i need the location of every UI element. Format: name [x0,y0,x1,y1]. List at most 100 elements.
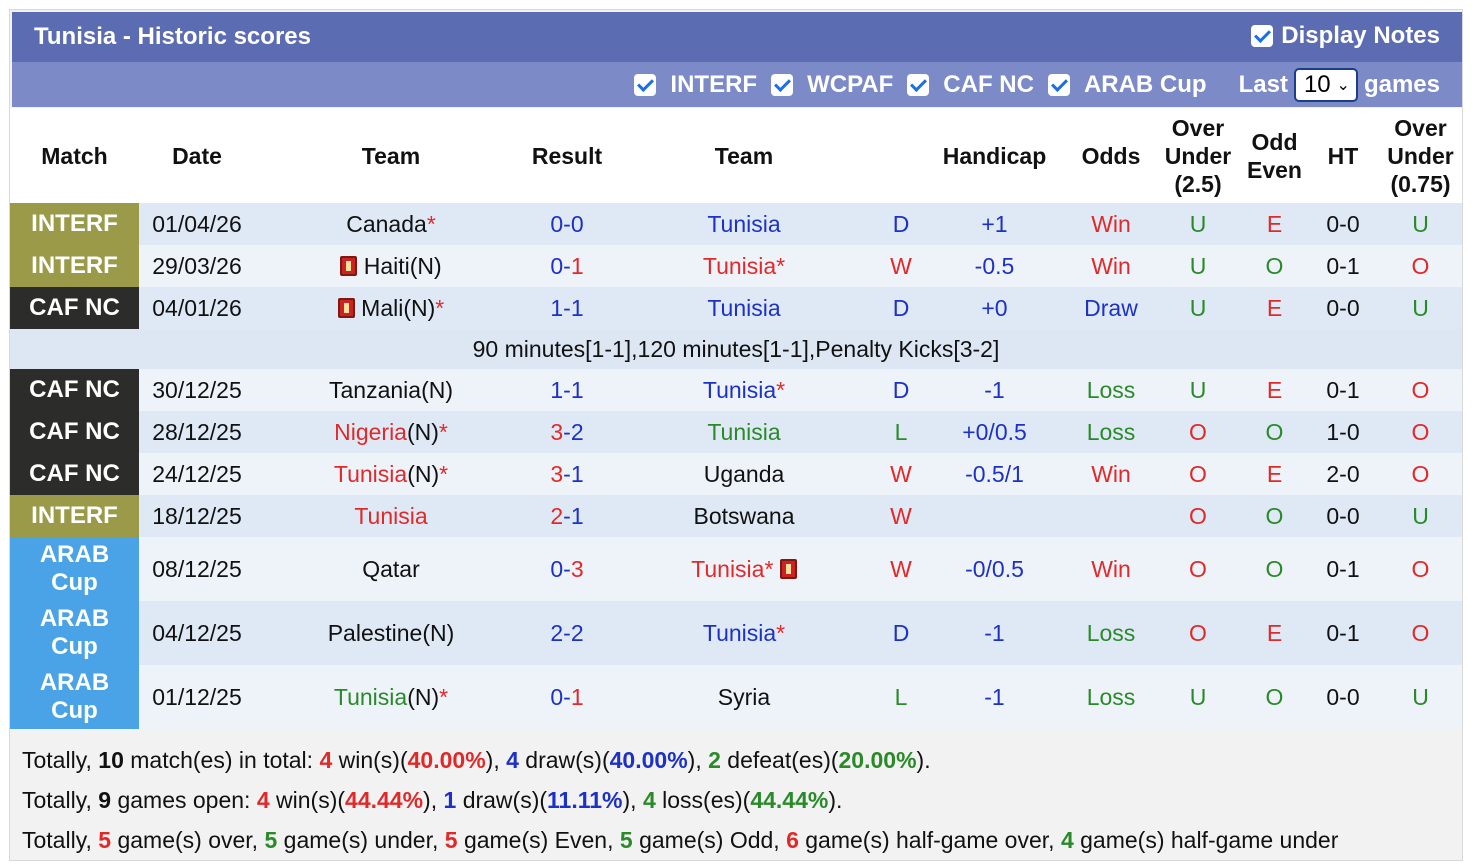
league-badge[interactable]: INTERF [10,495,139,537]
result: 0-3 [527,537,607,601]
odd-even: E [1242,453,1307,495]
league-badge[interactable]: ARAB Cup [10,665,139,729]
odd-even: E [1242,601,1307,665]
table-row[interactable]: CAF NC 24/12/25 Tunisia(N)* 3-1 Uganda W -0.5/… [10,453,1462,495]
odds-result: Loss [1068,369,1154,411]
odd-even: E [1242,203,1307,245]
half-time-score: 0-0 [1307,203,1379,245]
league-badge[interactable]: CAF NC [10,369,139,411]
filter-arab-cup-checkbox[interactable] [1047,74,1070,96]
home-team-name[interactable]: Qatar [362,556,420,582]
home-team: Tunisia [255,495,527,537]
league-badge[interactable]: CAF NC [10,453,139,495]
handicap: +0 [921,287,1068,329]
over-under-0-75: U [1379,287,1462,329]
col-result: Result [527,108,607,203]
match-date: 04/12/25 [139,601,255,665]
away-team-name[interactable]: Syria [718,684,770,710]
over-under-0-75: O [1379,537,1462,601]
table-row[interactable]: CAF NC 28/12/25 Nigeria(N)* 3-2 Tunisia L +0/0… [10,411,1462,453]
filter-caf-nc[interactable]: CAF NC [907,71,1034,99]
red-card-icon [779,558,797,579]
filter-arab-cup[interactable]: ARAB Cup [1047,71,1207,99]
home-team-name[interactable]: Palestine [328,620,423,646]
table-row[interactable]: ARAB Cup 04/12/25 Palestine(N) 2-2 Tunisia* D… [10,601,1462,665]
col-date: Date [139,108,255,203]
half-time-score: 0-1 [1307,601,1379,665]
home-team-name[interactable]: Tanzania [329,377,421,403]
home-team: Mali(N)* [255,287,527,329]
away-team-name[interactable]: Tunisia [707,211,780,237]
summary-line-results: Totally, 10 match(es) in total: 4 win(s)… [22,747,931,773]
league-badge[interactable]: INTERF [10,245,139,287]
filter-caf-nc-checkbox[interactable] [907,74,930,96]
league-badge[interactable]: CAF NC [10,287,139,329]
over-under-2-5: O [1154,537,1242,601]
over-under-2-5: O [1154,411,1242,453]
table-row[interactable]: INTERF 01/04/26 Canada* 0-0 Tunisia D +1 Win U E 0… [10,203,1462,245]
filter-arab-cup-label: ARAB Cup [1083,71,1207,98]
home-team-name[interactable]: Mali [361,295,403,321]
home-team-name[interactable]: Canada [346,211,427,237]
table-row[interactable]: ARAB Cup 01/12/25 Tunisia(N)* 0-1 Syria L -1 Lo… [10,665,1462,729]
away-team: Tunisia [607,287,881,329]
games-count-value: 10 [1303,71,1331,98]
away-team-name[interactable]: Tunisia [707,419,780,445]
table-row[interactable]: INTERF 18/12/25 Tunisia 2-1 Botswana W O O 0-0 U [10,495,1462,537]
away-team-name[interactable]: Tunisia [703,620,776,646]
match-date: 24/12/25 [139,453,255,495]
away-team-name[interactable]: Botswana [693,503,794,529]
filter-wcpaf[interactable]: WCPAF [771,71,893,99]
half-time-score: 1-0 [1307,411,1379,453]
table-row[interactable]: INTERF 29/03/26 Haiti(N) 0-1 Tunisia* W -0.5 W… [10,245,1462,287]
over-under-2-5: U [1154,287,1242,329]
red-card-icon [340,255,358,276]
half-time-score: 0-0 [1307,495,1379,537]
handicap: +1 [921,203,1068,245]
half-time-score: 2-0 [1307,453,1379,495]
away-team: Tunisia [607,411,881,453]
table-row[interactable]: CAF NC 04/01/26 Mali(N)* 1-1 Tunisia D +0 Draw… [10,287,1462,329]
match-date: 29/03/26 [139,245,255,287]
home-team-name[interactable]: Tunisia [354,503,427,529]
col-away-team: Team [607,108,881,203]
league-badge[interactable]: ARAB Cup [10,537,139,601]
away-team-name[interactable]: Tunisia [703,377,776,403]
table-row[interactable]: CAF NC 30/12/25 Tanzania(N) 1-1 Tunisia* D -1 L… [10,369,1462,411]
home-team-name[interactable]: Nigeria [334,419,407,445]
filter-interf-checkbox[interactable] [634,74,657,96]
col-match: Match [10,108,139,203]
away-team-name[interactable]: Uganda [704,461,785,487]
half-time-score: 0-1 [1307,245,1379,287]
odds-result: Loss [1068,601,1154,665]
result: 1-1 [527,287,607,329]
filter-interf[interactable]: INTERF [634,71,757,99]
odds-result: Win [1068,537,1154,601]
league-badge[interactable]: INTERF [10,203,139,245]
over-under-0-75: O [1379,411,1462,453]
away-team-name[interactable]: Tunisia [703,253,776,279]
away-team: Uganda [607,453,881,495]
games-label: games [1363,71,1440,98]
summary-line-open: Totally, 9 games open: 4 win(s)(44.44%),… [22,787,843,813]
display-notes-toggle[interactable]: Display Notes [1251,22,1440,50]
match-date: 08/12/25 [139,537,255,601]
handicap: -0.5/1 [921,453,1068,495]
summary-line-goals: Totally, 5 game(s) over, 5 game(s) under… [22,827,1339,853]
away-team-name[interactable]: Tunisia [691,556,764,582]
away-team-name[interactable]: Tunisia [707,295,780,321]
home-team-name[interactable]: Tunisia [334,684,407,710]
over-under-2-5: O [1154,601,1242,665]
display-notes-checkbox[interactable] [1251,25,1274,47]
page-title: Tunisia - Historic scores [34,23,311,50]
games-count-select[interactable]: 10 ⌄ [1293,68,1358,102]
league-badge[interactable]: ARAB Cup [10,601,139,665]
home-team-name[interactable]: Haiti [364,253,410,279]
outcome: D [881,601,921,665]
table-row[interactable]: ARAB Cup 08/12/25 Qatar 0-3 Tunisia* W -0/0.5… [10,537,1462,601]
home-team-name[interactable]: Tunisia [334,461,407,487]
filter-wcpaf-checkbox[interactable] [771,74,794,96]
outcome: D [881,369,921,411]
league-badge[interactable]: CAF NC [10,411,139,453]
result: 0-0 [527,203,607,245]
